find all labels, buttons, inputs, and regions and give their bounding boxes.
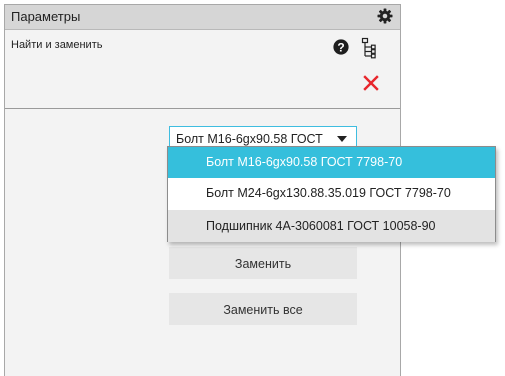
- chevron-down-icon[interactable]: [337, 136, 347, 142]
- dropdown-option[interactable]: Болт М16-6gx90.58 ГОСТ 7798-70: [168, 147, 495, 178]
- select-dropdown-list: Болт М16-6gx90.58 ГОСТ 7798-70 Болт М24-…: [167, 146, 496, 242]
- svg-text:?: ?: [337, 40, 344, 54]
- panel-titlebar: Параметры: [5, 5, 400, 30]
- panel-title: Параметры: [11, 9, 81, 24]
- gear-icon[interactable]: [376, 7, 394, 25]
- dropdown-option[interactable]: Болт М24-6gx130.88.35.019 ГОСТ 7798-70: [168, 178, 495, 209]
- dropdown-option[interactable]: Подшипник 4А-3060081 ГОСТ 10058-90: [168, 210, 495, 242]
- panel-header: Найти и заменить ?: [5, 30, 400, 109]
- panel-subtitle: Найти и заменить: [11, 39, 103, 51]
- replace-all-button[interactable]: Заменить все: [169, 293, 357, 325]
- replace-button[interactable]: Заменить: [169, 247, 357, 279]
- help-icon[interactable]: ?: [333, 39, 349, 55]
- tree-icon[interactable]: [361, 37, 379, 59]
- close-icon[interactable]: [362, 74, 380, 92]
